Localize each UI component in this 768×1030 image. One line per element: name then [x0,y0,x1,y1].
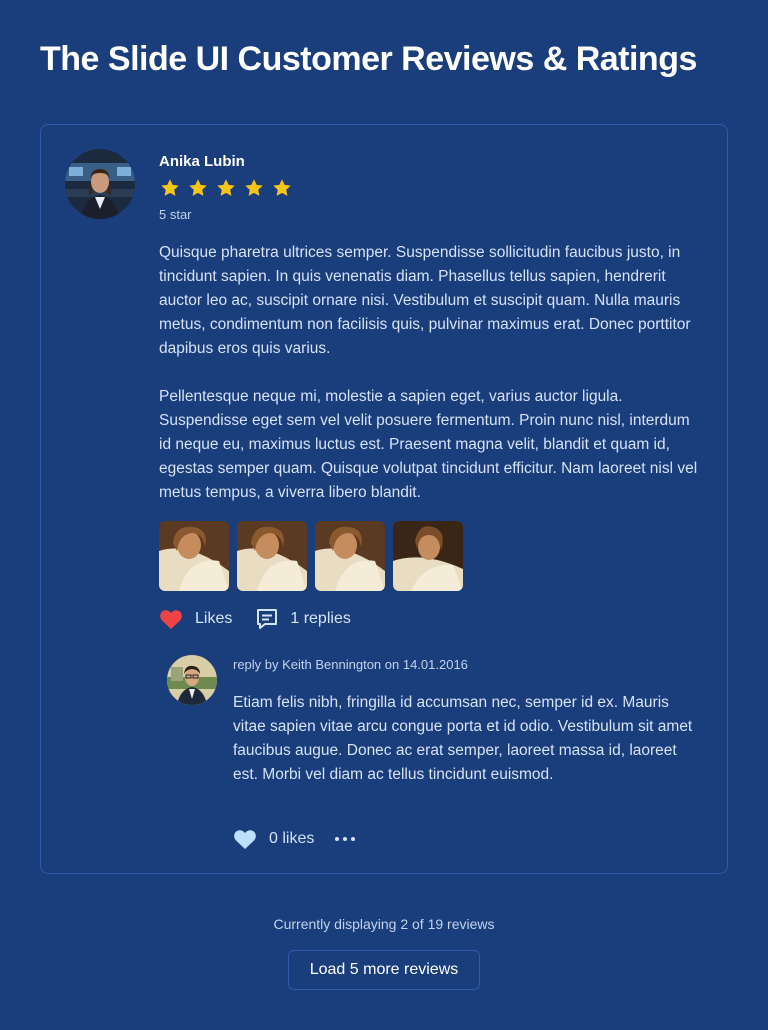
reply-meta: reply by Keith Bennington on 14.01.2016 [233,657,468,672]
heart-icon [160,610,182,629]
review-card: Anika Lubin 5 star Quisque pharetra ultr… [40,124,728,874]
star-rating [159,177,293,199]
review-photo-thumbnail[interactable] [315,521,385,591]
more-dots-icon[interactable] [334,836,356,842]
star-icon [189,179,207,196]
review-paragraph: Quisque pharetra ultrices semper. Suspen… [159,244,691,357]
review-text: Quisque pharetra ultrices semper. Suspen… [159,241,704,505]
like-button[interactable]: Likes [159,608,232,630]
review-paragraph: Pellentesque neque mi, molestie a sapien… [159,388,698,501]
heart-icon [234,830,256,849]
reply-like-button[interactable]: 0 likes [233,828,314,850]
review-photo-gallery [159,521,463,591]
star-icon [245,179,263,196]
star-icon [161,179,179,196]
page-title: The Slide UI Customer Reviews & Ratings [40,40,697,78]
replies-label: 1 replies [290,610,351,627]
reply-actions: 0 likes [233,827,356,851]
replies-button[interactable]: 1 replies [256,608,351,630]
rating-label: 5 star [159,207,192,222]
review-photo-thumbnail[interactable] [159,521,229,591]
review-count-text: Currently displaying 2 of 19 reviews [273,916,495,932]
reply-author-avatar-image [167,655,217,705]
star-icon [217,179,235,196]
likes-label: Likes [195,610,233,627]
reviewer-avatar-image [65,149,135,219]
review-photo-thumbnail[interactable] [393,521,463,591]
reply-author-avatar [167,655,217,705]
reviewer-avatar [65,149,135,219]
review-photo-thumbnail[interactable] [237,521,307,591]
reviewer-name: Anika Lubin [159,153,245,170]
reply-likes-label: 0 likes [269,830,315,847]
reply-text: Etiam felis nibh, fringilla id accumsan … [233,694,693,783]
review-actions: Likes 1 replies [159,607,351,631]
comment-icon [257,609,278,629]
star-icon [273,179,291,196]
load-more-reviews-button[interactable]: Load 5 more reviews [288,950,480,990]
